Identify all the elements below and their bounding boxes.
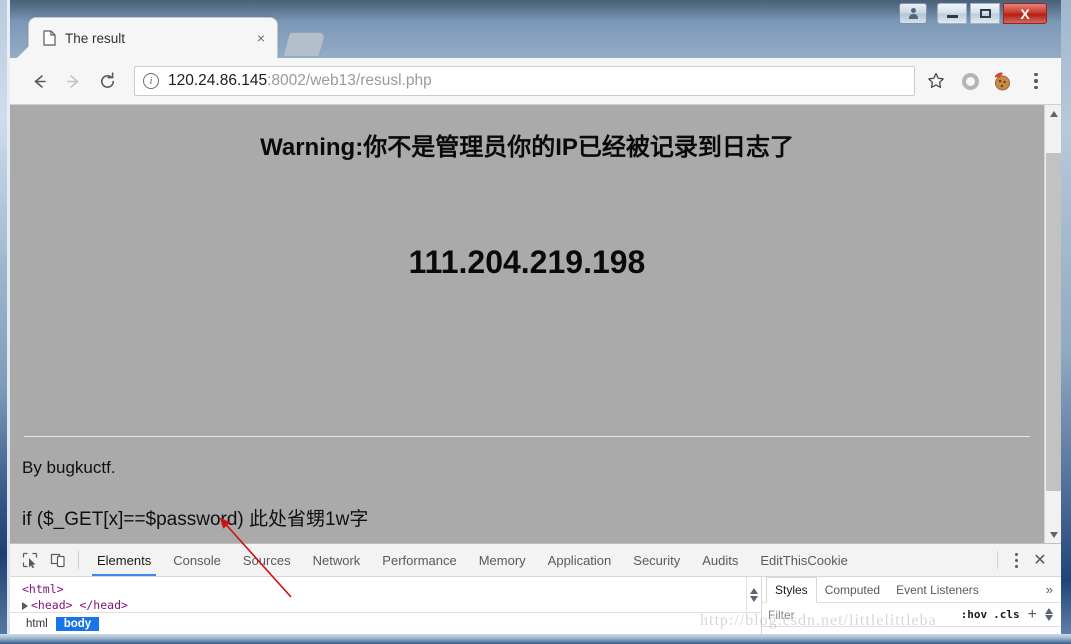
page-content: Warning:你不是管理员你的IP已经被记录到日志了 111.204.219.…: [10, 105, 1044, 543]
php-code-text: if ($_GET[x]==$password) 此处省甥1w字: [22, 509, 369, 530]
devtools-tab-bar: Elements Console Sources Network Perform…: [10, 544, 1061, 577]
dom-tree-pane: <html> <head> </head> html body: [10, 577, 761, 634]
page-scrollbar[interactable]: [1044, 105, 1061, 543]
styles-more-tabs-icon[interactable]: »: [1038, 577, 1061, 602]
tab-title: The result: [65, 30, 126, 46]
url-path: :8002/web13/resusl.php: [267, 72, 432, 89]
gray-circle-glyph: [961, 72, 979, 90]
minimize-icon: [946, 15, 958, 18]
chrome-menu-icon[interactable]: [1023, 66, 1049, 96]
devtools-divider: [997, 551, 998, 569]
dom-node-head[interactable]: <head> </head>: [22, 597, 761, 612]
styles-scrollbar[interactable]: [1043, 608, 1055, 621]
devtools-more-options-icon[interactable]: [1005, 552, 1027, 568]
devtools-tab-memory[interactable]: Memory: [468, 544, 537, 576]
new-tab-button[interactable]: [282, 32, 327, 56]
browser-toolbar: i 120.24.86.145:8002/web13/resusl.php: [10, 58, 1061, 105]
devtools-tab-audits[interactable]: Audits: [691, 544, 749, 576]
back-button[interactable]: [22, 64, 56, 98]
window-frame-left: [0, 0, 10, 644]
devtools-tab-console[interactable]: Console: [162, 544, 232, 576]
horizontal-rule: [24, 436, 1030, 437]
new-style-rule-button[interactable]: +: [1026, 606, 1037, 624]
browser-window: The result × X i 120.24.86.145:8002/web1…: [0, 0, 1071, 644]
address-bar[interactable]: i 120.24.86.145:8002/web13/resusl.php: [134, 66, 915, 96]
devtools-tab-sources[interactable]: Sources: [232, 544, 302, 576]
devtools-tab-network[interactable]: Network: [302, 544, 372, 576]
devtools-tab-performance[interactable]: Performance: [371, 544, 467, 576]
forward-button[interactable]: [56, 64, 90, 98]
styles-scroll-down-icon[interactable]: [1045, 615, 1053, 621]
devtools-panel: Elements Console Sources Network Perform…: [10, 543, 1061, 634]
dom-tree-scrollbar[interactable]: [746, 577, 761, 612]
device-toolbar-icon[interactable]: [44, 544, 72, 576]
devtools-tab-bar-right: ✕: [990, 544, 1061, 576]
window-frame-bottom: [0, 634, 1071, 644]
scroll-up-arrow-icon[interactable]: [1045, 105, 1061, 122]
styles-scroll-up-icon[interactable]: [1045, 608, 1053, 614]
page-viewport: Warning:你不是管理员你的IP已经被记录到日志了 111.204.219.…: [10, 105, 1061, 543]
styles-pane: Styles Computed Event Listeners » Filter…: [761, 577, 1061, 634]
inspect-element-icon[interactable]: [16, 544, 44, 576]
styles-filter-bar: Filter :hov .cls +: [762, 603, 1061, 627]
bookmark-star-icon[interactable]: [921, 66, 951, 96]
scroll-down-arrow-icon[interactable]: [1045, 526, 1061, 543]
window-controls: X: [899, 3, 1047, 24]
expand-triangle-icon[interactable]: [22, 601, 28, 610]
devtools-tab-editthiscookie[interactable]: EditThisCookie: [749, 544, 858, 576]
dom-node-head-label: <head> </head>: [31, 598, 128, 612]
dom-scroll-down-icon[interactable]: [750, 595, 758, 602]
devtools-tab-security[interactable]: Security: [622, 544, 691, 576]
url-text: 120.24.86.145:8002/web13/resusl.php: [168, 72, 432, 90]
tab-strip: The result × X: [10, 0, 1061, 58]
devtools-tab-application[interactable]: Application: [537, 544, 623, 576]
breadcrumb: html body: [10, 612, 761, 634]
maximize-button[interactable]: [970, 3, 1000, 24]
tab-close-icon[interactable]: ×: [253, 30, 269, 46]
breadcrumb-item-html[interactable]: html: [18, 617, 56, 631]
byline-text: By bugkuctf.: [22, 458, 116, 477]
styles-tab-event-listeners[interactable]: Event Listeners: [888, 577, 987, 602]
url-host: 120.24.86.145: [168, 72, 268, 89]
extension-circle-icon[interactable]: [957, 68, 983, 94]
dom-tree[interactable]: <html> <head> </head>: [10, 577, 761, 612]
ip-address-heading: 111.204.219.198: [408, 244, 646, 280]
page-icon: [43, 30, 56, 46]
reload-button[interactable]: [90, 64, 124, 98]
hov-toggle-button[interactable]: :hov: [961, 608, 988, 621]
close-window-button[interactable]: X: [1003, 3, 1047, 24]
dom-scroll-up-icon[interactable]: [750, 587, 758, 594]
maximize-icon: [979, 9, 991, 18]
scrollbar-thumb[interactable]: [1046, 153, 1061, 491]
cls-toggle-button[interactable]: .cls: [993, 608, 1020, 621]
dom-node-html[interactable]: <html>: [22, 581, 761, 597]
toolbar-divider: [78, 551, 79, 569]
warning-heading: Warning:你不是管理员你的IP已经被记录到日志了: [260, 134, 794, 161]
styles-tab-styles[interactable]: Styles: [766, 577, 817, 603]
devtools-close-icon[interactable]: ✕: [1027, 550, 1053, 570]
site-info-icon[interactable]: i: [143, 73, 159, 89]
edit-this-cookie-icon[interactable]: [989, 68, 1015, 94]
styles-tab-computed[interactable]: Computed: [817, 577, 888, 602]
devtools-body: <html> <head> </head> html body Styles C…: [10, 577, 1061, 634]
user-account-button[interactable]: [899, 3, 927, 24]
devtools-tab-elements[interactable]: Elements: [86, 544, 162, 576]
styles-tab-bar: Styles Computed Event Listeners »: [762, 577, 1061, 603]
styles-filter-input[interactable]: Filter: [768, 608, 955, 622]
browser-tab[interactable]: The result ×: [28, 17, 278, 58]
window-frame-right: [1061, 0, 1071, 644]
user-icon: [908, 8, 918, 19]
minimize-button[interactable]: [937, 3, 967, 24]
breadcrumb-item-body[interactable]: body: [55, 616, 100, 631]
